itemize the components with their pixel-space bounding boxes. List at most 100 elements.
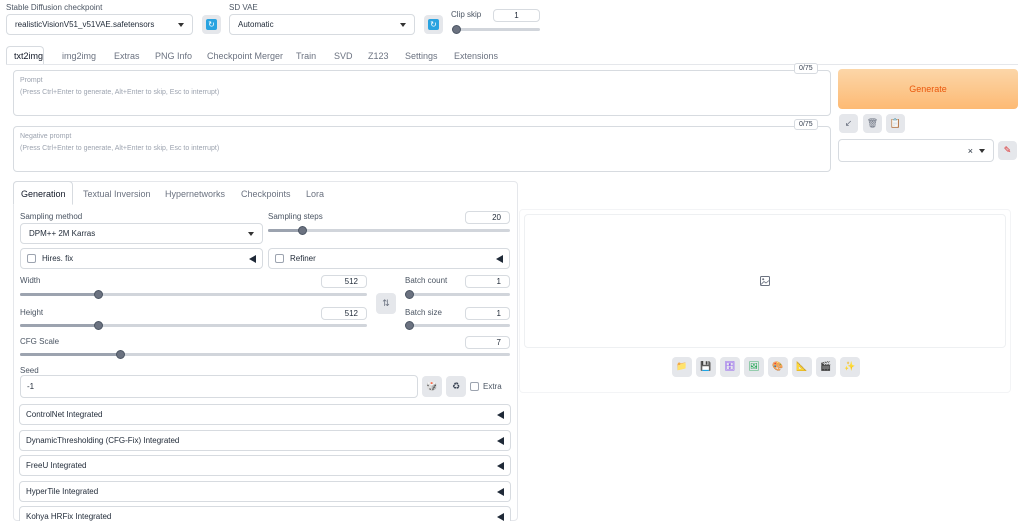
sparkles-icon: ✨: [844, 362, 856, 372]
vae-value: Automatic: [238, 20, 274, 29]
collapse-arrow-icon: [496, 254, 503, 263]
clip-skip-input[interactable]: 1: [493, 9, 540, 22]
picture-icon: 🖼: [748, 362, 760, 372]
accordion-freeu[interactable]: FreeU Integrated: [19, 455, 511, 476]
send-to-svd-button[interactable]: 🎬: [816, 357, 836, 377]
refresh-vae-button[interactable]: ↻: [424, 15, 443, 34]
batch-size-slider[interactable]: [405, 321, 510, 330]
negative-prompt-placeholder: (Press Ctrl+Enter to generate, Alt+Enter…: [20, 145, 220, 152]
accordion-controlnet[interactable]: ControlNet Integrated: [19, 404, 511, 425]
tab-txt2img[interactable]: txt2img: [14, 51, 43, 61]
hires-fix-accordion[interactable]: Hires. fix: [20, 248, 263, 269]
vae-select[interactable]: Automatic: [229, 14, 415, 35]
collapse-arrow-icon: [497, 436, 504, 445]
hires-fix-checkbox[interactable]: [27, 254, 36, 263]
sampling-steps-slider[interactable]: [268, 226, 510, 235]
batch-count-label: Batch count: [405, 276, 448, 285]
slider-thumb[interactable]: [405, 321, 414, 330]
slider-thumb[interactable]: [116, 350, 125, 359]
tab-png-info[interactable]: PNG Info: [155, 51, 192, 61]
swap-dimensions-button[interactable]: ⇅: [376, 293, 396, 314]
batch-size-input[interactable]: 1: [465, 307, 510, 320]
edit-styles-button[interactable]: ✎: [998, 141, 1017, 160]
archive-icon: 🗄: [724, 362, 736, 372]
generate-label: Generate: [909, 84, 947, 94]
open-folder-button[interactable]: 📁: [672, 357, 692, 377]
save-icon: 💾: [700, 362, 712, 372]
slider-thumb[interactable]: [405, 290, 414, 299]
send-to-extras-button[interactable]: 📐: [792, 357, 812, 377]
slider-thumb[interactable]: [452, 25, 461, 34]
accordion-label: ControlNet Integrated: [26, 410, 103, 419]
clip-skip-label: Clip skip: [451, 10, 482, 19]
checkpoint-select[interactable]: realisticVisionV51_v51VAE.safetensors: [6, 14, 193, 35]
height-input[interactable]: 512: [321, 307, 367, 320]
prompt-textarea[interactable]: Prompt (Press Ctrl+Enter to generate, Al…: [13, 70, 831, 116]
extra-checkbox[interactable]: [470, 382, 479, 391]
zip-button[interactable]: 🗄: [720, 357, 740, 377]
tab-img2img[interactable]: img2img: [62, 51, 96, 61]
accordion-dynamic-thresholding[interactable]: DynamicThresholding (CFG-Fix) Integrated: [19, 430, 511, 451]
extra-label: Extra: [483, 382, 502, 391]
tab-train[interactable]: Train: [296, 51, 316, 61]
width-slider[interactable]: [20, 290, 367, 299]
sampling-method-label: Sampling method: [20, 212, 83, 221]
cfg-scale-input[interactable]: 7: [465, 336, 510, 349]
tab-z123[interactable]: Z123: [368, 51, 389, 61]
image-placeholder-icon: [760, 276, 770, 286]
width-input[interactable]: 512: [321, 275, 367, 288]
prompt-placeholder: (Press Ctrl+Enter to generate, Alt+Enter…: [20, 89, 220, 96]
sampling-method-select[interactable]: DPM++ 2M Karras: [20, 223, 263, 244]
accordion-hypertile[interactable]: HyperTile Integrated: [19, 481, 511, 502]
clear-styles-icon[interactable]: ×: [968, 146, 973, 156]
prompt-label: Prompt: [20, 77, 43, 84]
refiner-checkbox[interactable]: [275, 254, 284, 263]
tab-checkpoint-merger[interactable]: Checkpoint Merger: [207, 51, 283, 61]
clip-skip-slider[interactable]: [452, 25, 540, 34]
styles-select[interactable]: ×: [838, 139, 994, 162]
accordion-label: DynamicThresholding (CFG-Fix) Integrated: [26, 436, 180, 445]
slider-fill: [20, 353, 120, 356]
tab-extensions[interactable]: Extensions: [454, 51, 498, 61]
refiner-accordion[interactable]: Refiner: [268, 248, 510, 269]
slider-fill: [20, 324, 98, 327]
apply-style-button[interactable]: 📋: [886, 114, 905, 133]
reuse-seed-button[interactable]: ♻: [446, 376, 466, 397]
tab-extras[interactable]: Extras: [114, 51, 140, 61]
folder-icon: 📁: [676, 362, 688, 372]
read-params-button[interactable]: ↙: [839, 114, 858, 133]
tab-lora[interactable]: Lora: [306, 189, 324, 199]
seed-input[interactable]: -1: [20, 375, 418, 398]
sampling-steps-input[interactable]: 20: [465, 211, 510, 224]
trash-icon: 🗑: [866, 118, 879, 129]
tab-checkpoints[interactable]: Checkpoints: [241, 189, 291, 199]
save-button[interactable]: 💾: [696, 357, 716, 377]
collapse-arrow-icon: [497, 410, 504, 419]
negative-prompt-textarea[interactable]: Negative prompt (Press Ctrl+Enter to gen…: [13, 126, 831, 172]
slider-thumb[interactable]: [298, 226, 307, 235]
refresh-checkpoint-button[interactable]: ↻: [202, 15, 221, 34]
batch-count-input[interactable]: 1: [465, 275, 510, 288]
tab-hypernetworks[interactable]: Hypernetworks: [165, 189, 225, 199]
clear-prompt-button[interactable]: 🗑: [863, 114, 882, 133]
output-image-area[interactable]: [524, 214, 1006, 348]
batch-count-slider[interactable]: [405, 290, 510, 299]
tab-settings[interactable]: Settings: [405, 51, 438, 61]
slider-thumb[interactable]: [94, 290, 103, 299]
cfg-scale-slider[interactable]: [20, 350, 510, 359]
generate-button[interactable]: Generate: [838, 69, 1018, 109]
extra-seed-toggle[interactable]: Extra: [470, 382, 502, 391]
upscale-button[interactable]: ✨: [840, 357, 860, 377]
send-to-img2img-button[interactable]: 🖼: [744, 357, 764, 377]
height-slider[interactable]: [20, 321, 367, 330]
tab-textual-inversion[interactable]: Textual Inversion: [83, 189, 151, 199]
refresh-icon: ↻: [428, 19, 439, 30]
accordion-kohya-hrfix[interactable]: Kohya HRFix Integrated: [19, 506, 511, 521]
slider-thumb[interactable]: [94, 321, 103, 330]
send-to-inpaint-button[interactable]: 🎨: [768, 357, 788, 377]
random-seed-button[interactable]: 🎲: [422, 376, 442, 397]
chevron-down-icon: [400, 22, 406, 27]
hires-fix-label: Hires. fix: [42, 254, 74, 263]
tab-svd[interactable]: SVD: [334, 51, 353, 61]
tab-generation[interactable]: Generation: [21, 189, 66, 199]
